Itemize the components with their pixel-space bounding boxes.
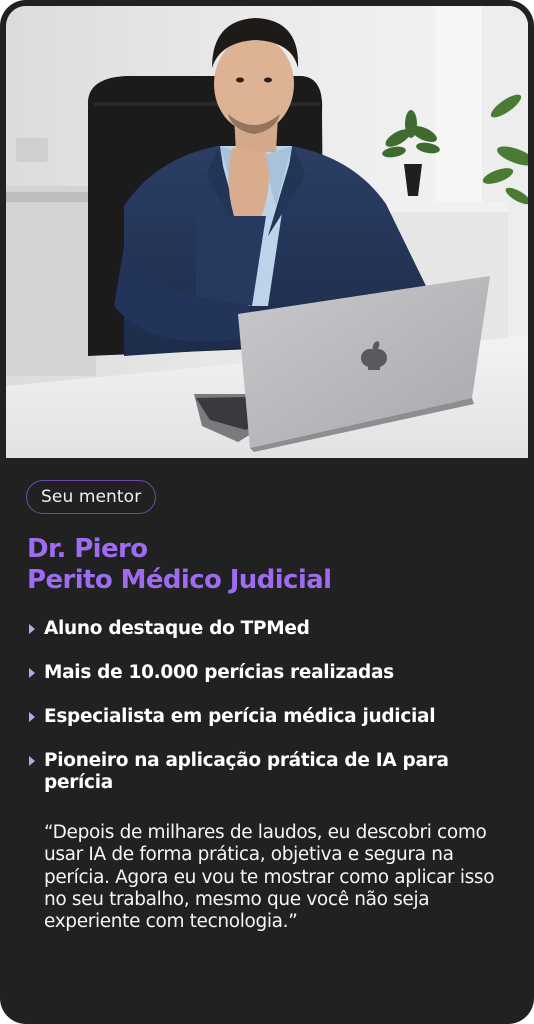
mentor-headline: Dr. Piero Perito Médico Judicial — [27, 534, 332, 596]
caret-right-icon — [29, 712, 35, 722]
achievement-text: Aluno destaque do TPMed — [44, 618, 310, 639]
mentor-name: Dr. Piero — [27, 534, 148, 564]
achievement-text: Mais de 10.000 perícias realizadas — [44, 662, 394, 683]
mentor-title: Perito Médico Judicial — [27, 565, 332, 595]
mentor-card: Seu mentor Dr. Piero Perito Médico Judic… — [0, 0, 534, 1024]
mentor-badge-label: Seu mentor — [41, 487, 142, 507]
achievement-item: Mais de 10.000 perícias realizadas — [28, 662, 508, 684]
achievement-item: Especialista em perícia médica judicial — [28, 706, 508, 728]
achievement-text: Especialista em perícia médica judicial — [44, 706, 436, 727]
caret-right-icon — [29, 624, 35, 634]
caret-right-icon — [29, 756, 35, 766]
achievement-text: Pioneiro na aplicação prática de IA para… — [44, 750, 449, 793]
mentor-quote: “Depois de milhares de laudos, eu descob… — [44, 822, 495, 933]
mentor-badge: Seu mentor — [26, 480, 157, 514]
achievement-item: Aluno destaque do TPMed — [28, 618, 508, 640]
achievement-item: Pioneiro na aplicação prática de IA para… — [28, 750, 508, 794]
caret-right-icon — [29, 668, 35, 678]
achievements-list: Aluno destaque do TPMed Mais de 10.000 p… — [28, 618, 508, 816]
mentor-photo — [6, 6, 528, 458]
